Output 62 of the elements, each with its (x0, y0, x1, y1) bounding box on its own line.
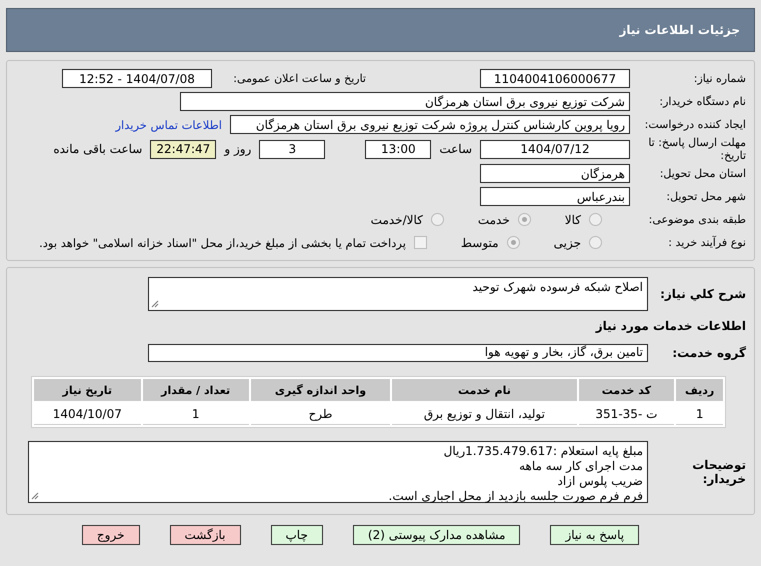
radio-label: جزیی (554, 236, 581, 250)
field-label: نام دستگاه خریدار: (658, 94, 746, 108)
deadline-date-field: 1404/07/12 (480, 140, 630, 158)
radio-button[interactable] (589, 236, 602, 249)
radio-label: خدمت (478, 212, 510, 226)
buyer-contact-link[interactable]: اطلاعات تماس خریدار (115, 118, 222, 132)
checkbox[interactable] (414, 236, 427, 249)
field-label: استان محل تحویل: (658, 166, 746, 180)
resize-grip-icon[interactable] (151, 300, 159, 308)
action-button[interactable]: مشاهده مدارک پیوستی (2) (352, 525, 520, 545)
table-cell: تولید، انتقال و توزیع برق (392, 403, 577, 425)
table-cell: 1 (142, 403, 249, 425)
announce-date-field: 1404/07/08 - 12:52 (62, 69, 212, 88)
city-field: بندرعباس (480, 187, 630, 206)
buyer-field: شرکت توزیع نیروی برق استان هرمزگان (180, 92, 630, 111)
field-label: شهر محل تحویل: (665, 190, 746, 204)
action-button[interactable]: خروج (82, 525, 140, 545)
action-button[interactable]: پاسخ به نیاز (550, 525, 640, 545)
radio-label: کالا (564, 212, 581, 226)
buyer-notes-field: مبلغ پایه استعلام :1.735.479.617ریال مدت اجرای کار سه ماهه ضریب پلوس ازاد فرم فرم صورت جلسه بازدید از محل اجباری است. (28, 441, 648, 503)
field-label: شرح کلي نياز: (659, 286, 746, 302)
column-header: نام خدمت (392, 379, 577, 401)
radio-button[interactable] (589, 213, 602, 226)
deadline-time-field: 13:00 (365, 140, 432, 158)
payment-label: پرداخت تمام یا بخشی از مبلغ خرید،از محل "اسناد خزانه اسلامی" خواهد بود. (39, 236, 406, 250)
section-title: اطلاعات خدمات مورد نیاز (596, 319, 746, 333)
days-label: روز و (224, 142, 252, 156)
field-label: تاریخ و ساعت اعلان عمومی: (232, 72, 366, 86)
column-header: کد خدمت (578, 379, 674, 401)
action-button[interactable]: بازگشت (170, 525, 240, 545)
field-label: توضیحات خریدار: (691, 458, 746, 486)
column-header: ردیف (676, 379, 723, 401)
column-header: تعداد / مقدار (142, 379, 249, 401)
radio-button[interactable] (506, 236, 520, 249)
remaining-label: ساعت باقی مانده (53, 142, 142, 156)
radio-label: متوسط (460, 236, 499, 250)
resize-grip-icon[interactable] (31, 492, 39, 500)
description-field: اصلاح شبکه فرسوده شهرک توحید (148, 277, 648, 311)
column-header: واحد اندازه گیری (250, 379, 390, 401)
table-cell: 1404/10/07 (34, 403, 141, 425)
province-field: هرمزگان (480, 164, 630, 183)
creator-field: رویا پروین کارشناس کنترل پروژه شرکت توزیع نیروی برق استان هرمزگان (230, 115, 630, 134)
field-label: مهلت ارسال پاسخ: تا تاریخ: (647, 136, 746, 162)
table-cell: ت -35-351 (578, 403, 674, 425)
page-header: جزئیات اطلاعات نیاز (6, 8, 755, 52)
radio-button[interactable] (430, 213, 444, 226)
action-button[interactable]: چاپ (270, 525, 323, 545)
time-label: ساعت (439, 142, 472, 156)
field-label: نوع فرآیند خرید : (667, 236, 746, 250)
table-cell: 1 (676, 403, 723, 425)
field-label: گروه خدمت: (671, 346, 746, 360)
column-header: تاریخ نیاز (34, 379, 141, 401)
need-number-field: 1104004106000677 (480, 69, 630, 88)
field-label: ایجاد کننده درخواست: (644, 118, 746, 132)
table-cell: طرح (250, 403, 390, 425)
field-label: طبقه بندی موضوعی: (648, 212, 746, 226)
field-label: شماره نیاز: (692, 72, 746, 86)
days-field: 3 (259, 140, 326, 158)
remaining-time-field: 22:47:47 (150, 140, 216, 158)
service-group-field: تامین برق، گاز، بخار و تهویه هوا (148, 344, 648, 362)
radio-button[interactable] (518, 213, 531, 226)
radio-label: کالا/خدمت (370, 212, 423, 226)
